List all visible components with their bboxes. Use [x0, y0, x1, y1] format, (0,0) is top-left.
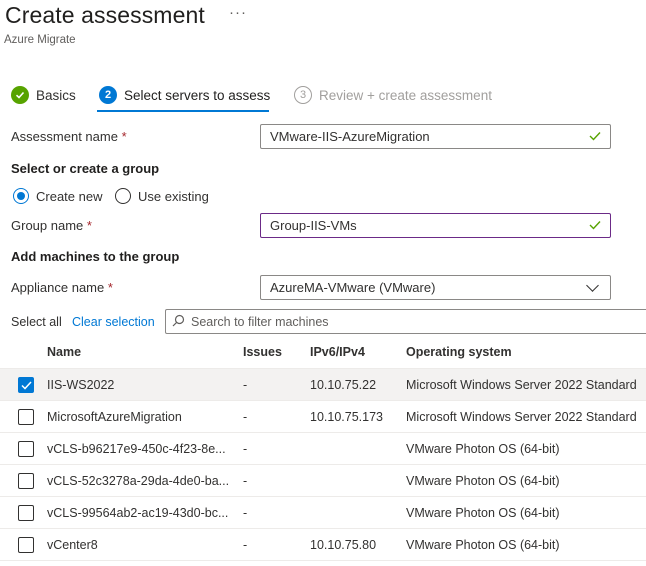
search-icon	[172, 314, 185, 330]
check-icon	[11, 86, 29, 104]
cell-issues: -	[243, 410, 248, 424]
chevron-down-icon	[586, 278, 599, 292]
appliance-name-dropdown[interactable]: AzureMA-VMware (VMware)	[260, 275, 611, 300]
step-review-create: 3 Review + create assessment	[294, 86, 492, 104]
clear-selection-link[interactable]: Clear selection	[72, 315, 155, 329]
cell-name: vCLS-52c3278a-29da-4de0-ba...	[47, 474, 230, 488]
column-header-ip[interactable]: IPv6/IPv4	[310, 345, 365, 359]
valid-check-icon	[589, 129, 601, 144]
column-header-issues[interactable]: Issues	[243, 345, 282, 359]
required-mark: *	[107, 280, 113, 295]
more-options-icon[interactable]: ···	[229, 4, 247, 21]
radio-use-existing[interactable]: Use existing	[115, 188, 209, 204]
step-label: Review + create assessment	[319, 87, 492, 103]
step-number: 2	[99, 86, 117, 104]
cell-name: vCenter8	[47, 538, 98, 552]
page-subtitle: Azure Migrate	[4, 34, 76, 46]
cell-os: VMware Photon OS (64-bit)	[406, 506, 560, 520]
cell-os: Microsoft Windows Server 2022 Standard	[406, 410, 637, 424]
step-select-servers[interactable]: 2 Select servers to assess	[99, 86, 270, 104]
row-checkbox[interactable]	[18, 441, 34, 457]
table-row[interactable]: vCLS-99564ab2-ac19-43d0-bc... - VMware P…	[0, 497, 646, 529]
cell-issues: -	[243, 506, 248, 520]
radio-dot	[13, 188, 29, 204]
cell-name: IIS-WS2022	[47, 378, 115, 392]
radio-create-new[interactable]: Create new	[13, 188, 102, 204]
cell-os: VMware Photon OS (64-bit)	[406, 442, 560, 456]
cell-ip: 10.10.75.22	[310, 378, 377, 392]
step-number: 3	[294, 86, 312, 104]
page-title: Create assessment	[5, 2, 205, 28]
table-row[interactable]: MicrosoftAzureMigration - 10.10.75.173 M…	[0, 401, 646, 433]
cell-name: vCLS-99564ab2-ac19-43d0-bc...	[47, 506, 229, 520]
valid-check-icon	[589, 218, 601, 233]
table-row[interactable]: vCLS-b96217e9-450c-4f23-8e... - VMware P…	[0, 433, 646, 465]
assessment-name-input[interactable]: VMware-IIS-AzureMigration	[260, 124, 611, 149]
cell-os: VMware Photon OS (64-bit)	[406, 538, 560, 552]
row-checkbox[interactable]	[18, 505, 34, 521]
required-mark: *	[121, 129, 127, 144]
machines-section-title: Add machines to the group	[11, 249, 180, 264]
radio-dot	[115, 188, 131, 204]
search-placeholder: Search to filter machines	[191, 314, 329, 329]
group-name-label: Group name *	[11, 218, 92, 233]
cell-issues: -	[243, 538, 248, 552]
active-step-indicator	[97, 110, 269, 112]
cell-name: vCLS-b96217e9-450c-4f23-8e...	[47, 442, 226, 456]
step-label: Select servers to assess	[124, 87, 271, 103]
step-basics[interactable]: Basics	[11, 86, 76, 104]
row-checkbox[interactable]	[18, 537, 34, 553]
cell-issues: -	[243, 378, 248, 392]
step-label: Basics	[36, 87, 76, 103]
group-name-input[interactable]: Group-IIS-VMs	[260, 213, 611, 238]
table-row[interactable]: vCLS-52c3278a-29da-4de0-ba... - VMware P…	[0, 465, 646, 497]
cell-os: Microsoft Windows Server 2022 Standard	[406, 378, 637, 392]
cell-os: VMware Photon OS (64-bit)	[406, 474, 560, 488]
select-all-button[interactable]: Select all	[11, 315, 62, 329]
required-mark: *	[86, 218, 92, 233]
appliance-name-label: Appliance name *	[11, 280, 113, 295]
cell-ip: 10.10.75.80	[310, 538, 377, 552]
cell-name: MicrosoftAzureMigration	[47, 410, 182, 424]
row-checkbox[interactable]	[18, 473, 34, 489]
machine-search-input[interactable]: Search to filter machines	[165, 309, 646, 334]
column-header-os[interactable]: Operating system	[406, 345, 512, 359]
cell-issues: -	[243, 474, 248, 488]
row-checkbox[interactable]	[18, 377, 34, 393]
column-header-name[interactable]: Name	[47, 345, 81, 359]
cell-ip: 10.10.75.173	[310, 410, 383, 424]
row-checkbox[interactable]	[18, 409, 34, 425]
table-row[interactable]: vCenter8 - 10.10.75.80 VMware Photon OS …	[0, 529, 646, 561]
group-section-title: Select or create a group	[11, 161, 160, 176]
cell-issues: -	[243, 442, 248, 456]
table-row[interactable]: IIS-WS2022 - 10.10.75.22 Microsoft Windo…	[0, 369, 646, 401]
assessment-name-label: Assessment name *	[11, 129, 127, 144]
